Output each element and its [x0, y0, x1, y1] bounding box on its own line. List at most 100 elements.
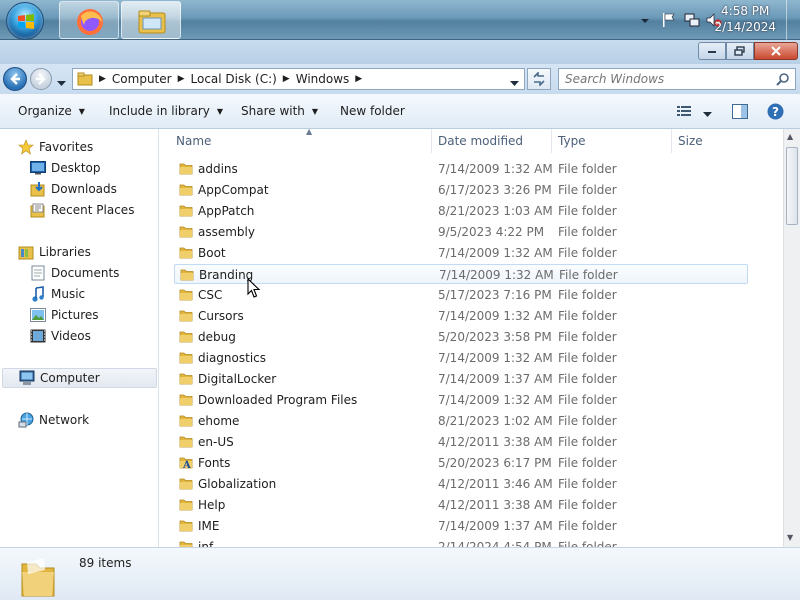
file-row[interactable]: Globalization 4/12/2011 3:46 AM File folde… [174, 474, 748, 494]
file-type: File folder [559, 268, 618, 282]
nav-pictures[interactable]: Pictures [30, 305, 99, 325]
back-button[interactable] [3, 67, 27, 91]
nav-network[interactable]: Network [18, 410, 89, 430]
network-globe-icon [18, 412, 34, 428]
file-name: Boot [198, 246, 226, 260]
address-box[interactable]: ▶ Computer ▶ Local Disk (C:) ▶ Windows ▶ [72, 68, 525, 90]
file-row[interactable]: AppCompat 6/17/2023 3:26 PM File folder [174, 180, 748, 200]
close-icon [771, 46, 781, 56]
breadcrumb-computer[interactable]: Computer [112, 72, 172, 86]
show-desktop-button[interactable] [786, 0, 800, 40]
file-row[interactable]: debug 5/20/2023 3:58 PM File folder [174, 327, 748, 347]
breadcrumb-separator-icon[interactable]: ▶ [283, 74, 290, 84]
start-button[interactable] [6, 2, 44, 40]
forward-button[interactable] [30, 68, 52, 90]
include-in-library-menu[interactable]: Include in library ▼ [109, 104, 223, 118]
window-titlebar[interactable] [0, 40, 800, 64]
file-row[interactable]: inf 2/14/2024 4:54 PM File folder [174, 537, 748, 547]
search-input[interactable] [565, 70, 765, 88]
file-row[interactable]: IME 7/14/2009 1:37 AM File folder [174, 516, 748, 536]
breadcrumb-separator-icon[interactable]: ▶ [178, 74, 185, 84]
help-button[interactable]: ? [767, 103, 784, 123]
file-name: AppCompat [198, 183, 269, 197]
column-header-type[interactable]: Type [552, 129, 672, 153]
recent-pages-dropdown[interactable] [57, 76, 66, 90]
svg-text:A: A [182, 460, 191, 469]
nav-favorites[interactable]: Favorites [18, 137, 93, 157]
taskbar-firefox-button[interactable] [59, 1, 119, 39]
file-row[interactable]: AppPatch 8/21/2023 1:03 AM File folder [174, 201, 748, 221]
search-box[interactable] [558, 68, 796, 90]
nav-downloads[interactable]: Downloads [30, 179, 117, 199]
file-row[interactable]: diagnostics 7/14/2009 1:32 AM File folder [174, 348, 748, 368]
file-row[interactable]: en-US 4/12/2011 3:38 AM File folder [174, 432, 748, 452]
organize-menu[interactable]: Organize ▼ [18, 104, 85, 118]
nav-recent-places[interactable]: Recent Places [30, 200, 134, 220]
file-type: File folder [558, 519, 617, 533]
clock[interactable]: 4:58 PM 2/14/2024 [714, 3, 776, 35]
close-button[interactable] [754, 42, 798, 60]
file-row[interactable]: Cursors 7/14/2009 1:32 AM File folder [174, 306, 748, 326]
mouse-cursor-icon [247, 278, 261, 298]
vertical-scrollbar[interactable]: ▲ ▼ [783, 129, 800, 547]
folder-location-icon [77, 72, 93, 86]
minimize-icon [708, 51, 716, 53]
flag-icon[interactable] [662, 12, 676, 31]
nav-recent-places-label: Recent Places [51, 203, 135, 217]
taskbar-explorer-button[interactable] [121, 1, 181, 39]
breadcrumb-separator-icon[interactable]: ▶ [99, 74, 106, 84]
restore-icon [734, 46, 745, 56]
network-icon[interactable] [684, 12, 700, 31]
new-folder-button[interactable]: New folder [340, 104, 405, 118]
view-options-button[interactable] [677, 105, 695, 120]
sort-ascending-icon: ▲ [306, 129, 313, 136]
maximize-button[interactable] [726, 42, 754, 60]
file-row[interactable]: Downloaded Program Files 7/14/2009 1:32 A… [174, 390, 748, 410]
file-row[interactable]: Help 4/12/2011 3:38 AM File folder [174, 495, 748, 515]
column-size-label: Size [678, 134, 703, 148]
file-row[interactable]: Boot 7/14/2009 1:32 AM File folder [174, 243, 748, 263]
file-type: File folder [558, 372, 617, 386]
address-history-dropdown[interactable] [510, 76, 519, 90]
scrollbar-thumb[interactable] [786, 147, 798, 225]
minimize-button[interactable] [698, 42, 726, 60]
folder-icon [179, 351, 193, 367]
preview-pane-button[interactable] [732, 104, 748, 122]
refresh-button[interactable] [527, 68, 551, 90]
scroll-up-icon[interactable]: ▲ [787, 132, 793, 141]
column-header-name[interactable]: Name ▲ [170, 129, 432, 153]
file-name: AppPatch [198, 204, 255, 218]
nav-computer[interactable]: Computer [2, 368, 157, 388]
share-with-menu[interactable]: Share with ▼ [241, 104, 318, 118]
file-row[interactable]: DigitalLocker 7/14/2009 1:37 AM File folde… [174, 369, 748, 389]
nav-videos[interactable]: Videos [30, 326, 91, 346]
file-row[interactable]: A Fonts 5/20/2023 6:17 PM File folder [174, 453, 748, 473]
file-name: DigitalLocker [198, 372, 277, 386]
file-row[interactable]: addins 7/14/2009 1:32 AM File folder [174, 159, 748, 179]
nav-desktop[interactable]: Desktop [30, 158, 101, 178]
file-row[interactable]: ehome 8/21/2023 1:02 AM File folder [174, 411, 748, 431]
nav-libraries[interactable]: Libraries [18, 242, 91, 262]
scroll-down-icon[interactable]: ▼ [787, 533, 793, 542]
navigation-pane: Favorites Desktop Downloads Recent Place… [0, 129, 159, 547]
file-name: IME [198, 519, 220, 533]
file-date-modified: 6/17/2023 3:26 PM [438, 183, 552, 197]
folder-icon [179, 162, 193, 178]
view-dropdown[interactable] [703, 107, 712, 121]
address-toolbar: ▶ Computer ▶ Local Disk (C:) ▶ Windows ▶ [0, 64, 800, 94]
nav-music[interactable]: Music [30, 284, 85, 304]
nav-documents[interactable]: Documents [30, 263, 119, 283]
column-header-size[interactable]: Size [672, 129, 752, 153]
breadcrumb-local-disk[interactable]: Local Disk (C:) [191, 72, 277, 86]
chevron-down-icon [703, 112, 712, 117]
file-name: diagnostics [198, 351, 267, 365]
file-type: File folder [558, 162, 617, 176]
file-row[interactable]: assembly 9/5/2023 4:22 PM File folder [174, 222, 748, 242]
breadcrumb-windows[interactable]: Windows [296, 72, 350, 86]
search-icon[interactable] [776, 72, 790, 89]
breadcrumb-separator-icon[interactable]: ▶ [355, 74, 362, 84]
file-name: inf [198, 540, 214, 547]
show-hidden-icons-icon[interactable] [640, 14, 650, 28]
file-name: addins [198, 162, 238, 176]
column-header-date-modified[interactable]: Date modified [432, 129, 552, 153]
